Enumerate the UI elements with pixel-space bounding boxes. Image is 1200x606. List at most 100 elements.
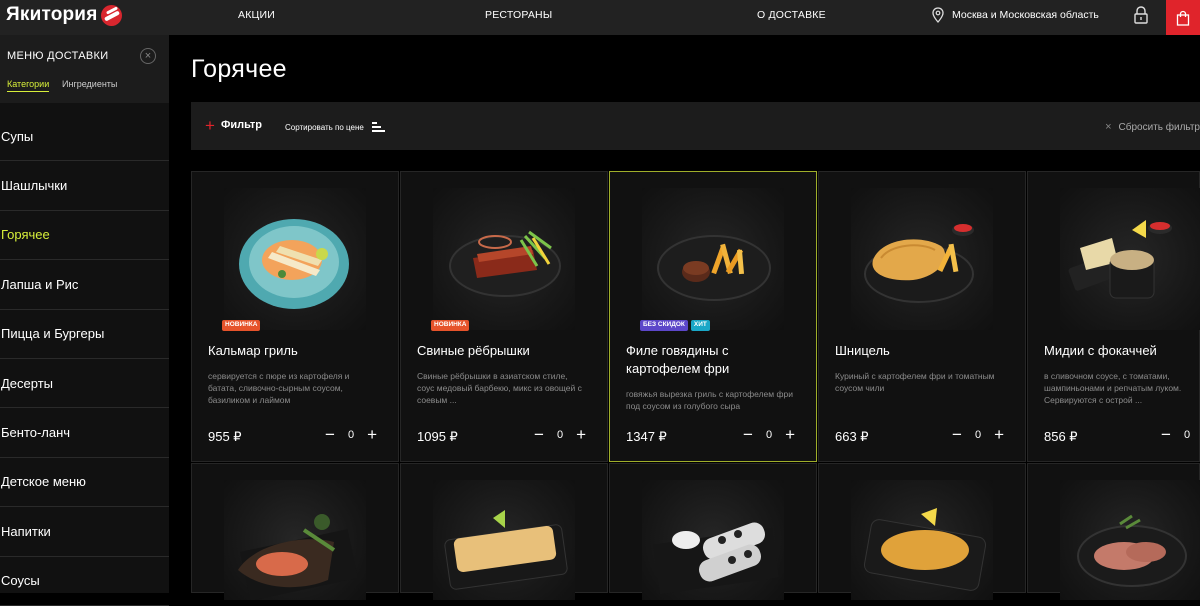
product-price: 955 ₽	[208, 429, 242, 444]
product-description: сервируется с пюре из картофеля и батата…	[208, 371, 350, 405]
top-header: Якитория АКЦИИ РЕСТОРАНЫ О ДОСТАВКЕ Моск…	[0, 0, 1200, 35]
dish-image	[851, 188, 993, 330]
product-name[interactable]: Свиные рёбрышки	[417, 342, 597, 360]
sidebar-item-noodles-rice[interactable]: Лапша и Рис	[0, 260, 169, 310]
tab-ingredients[interactable]: Ингредиенты	[62, 79, 117, 91]
sidebar-item-soups[interactable]: Супы	[0, 112, 169, 162]
quantity-stepper: − 0 +	[742, 426, 796, 444]
sidebar-item-hot-dishes[interactable]: Горячее	[0, 211, 169, 261]
quantity-stepper: − 0 +	[951, 426, 1005, 444]
nav-promotions[interactable]: АКЦИИ	[238, 9, 275, 21]
minus-button[interactable]: −	[742, 426, 754, 444]
dish-image	[224, 188, 366, 330]
plus-button[interactable]: +	[993, 426, 1005, 444]
sidebar-item-sauces[interactable]: Соусы	[0, 557, 169, 606]
product-price: 856 ₽	[1044, 429, 1078, 444]
dish-image	[642, 188, 784, 330]
badge-hit: ХИТ	[690, 320, 710, 331]
badges: НОВИНКА	[431, 320, 470, 331]
sidebar-item-kids-menu[interactable]: Детское меню	[0, 458, 169, 508]
filter-button[interactable]: + Фильтр	[205, 115, 262, 135]
dish-image	[642, 480, 784, 600]
sidebar-item-drinks[interactable]: Напитки	[0, 507, 169, 557]
dish-image	[224, 480, 366, 600]
plus-button[interactable]: +	[575, 426, 587, 444]
quantity-value: 0	[1184, 429, 1191, 441]
product-card[interactable]: НОВИНКА Кальмар гриль сервируется с пюре…	[191, 171, 399, 462]
sidebar-header: МЕНЮ ДОСТАВКИ × Категории Ингредиенты	[0, 35, 169, 103]
badge-no-discount: БЕЗ СКИДОК	[640, 320, 688, 331]
product-price: 663 ₽	[835, 429, 869, 444]
nav-restaurants[interactable]: РЕСТОРАНЫ	[485, 9, 552, 21]
sidebar-title: МЕНЮ ДОСТАВКИ	[7, 50, 109, 62]
page-title: Горячее	[191, 55, 287, 83]
quantity-value: 0	[975, 429, 982, 441]
sidebar-item-skewers[interactable]: Шашлычки	[0, 161, 169, 211]
minus-button[interactable]: −	[324, 426, 336, 444]
dish-image	[1060, 188, 1200, 330]
logo-text: Якитория	[6, 4, 98, 25]
product-card[interactable]	[1027, 463, 1200, 600]
plus-button[interactable]: +	[784, 426, 796, 444]
product-price: 1095 ₽	[417, 429, 458, 444]
category-list: Супы Шашлычки Горячее Лапша и Рис Пицца …	[0, 112, 169, 606]
location-pin-icon	[932, 7, 944, 23]
close-icon[interactable]: ×	[140, 48, 156, 64]
logo-icon	[101, 4, 123, 26]
sidebar-item-pizza-burgers[interactable]: Пицца и Бургеры	[0, 310, 169, 359]
product-card[interactable]	[191, 463, 399, 600]
sort-icon	[371, 122, 385, 132]
minus-button[interactable]: −	[951, 426, 963, 444]
product-card[interactable]: Мидии с фокаччей в сливочном соусе, с то…	[1027, 171, 1200, 462]
reset-label: Сбросить фильтр	[1118, 121, 1200, 133]
product-name[interactable]: Филе говядины с картофелем фри	[626, 342, 806, 378]
product-card[interactable]: Шницель Куриный с картофелем фри и томат…	[818, 171, 1026, 462]
sort-by-price-button[interactable]: Сортировать по цене	[285, 122, 385, 132]
login-lock-icon[interactable]	[1133, 5, 1149, 25]
category-sidebar: МЕНЮ ДОСТАВКИ × Категории Ингредиенты Су…	[0, 35, 169, 606]
product-description: говяжья вырезка гриль с картофелем фри п…	[626, 389, 793, 411]
product-description: Куриный с картофелем фри и томатным соус…	[835, 371, 995, 393]
minus-button[interactable]: −	[533, 426, 545, 444]
sidebar-item-desserts[interactable]: Десерты	[0, 359, 169, 409]
minus-button[interactable]: −	[1160, 426, 1172, 444]
quantity-stepper: − 0 +	[533, 426, 587, 444]
shopping-bag-icon	[1176, 10, 1190, 26]
dish-image	[851, 480, 993, 600]
reset-filter-button[interactable]: × Сбросить фильтр	[1105, 121, 1200, 133]
product-card[interactable]	[400, 463, 608, 600]
region-selector[interactable]: Москва и Московская область	[932, 7, 1099, 23]
product-card[interactable]: НОВИНКА Свиные рёбрышки Свиные рёбрышки …	[400, 171, 608, 462]
product-name[interactable]: Шницель	[835, 342, 1015, 360]
product-card[interactable]	[609, 463, 817, 600]
filter-label: Фильтр	[220, 119, 262, 131]
quantity-stepper: − 0 +	[324, 426, 378, 444]
logo[interactable]: Якитория	[6, 4, 123, 26]
badge-new: НОВИНКА	[431, 320, 470, 331]
quantity-value: 0	[348, 429, 355, 441]
cart-button[interactable]	[1166, 0, 1200, 35]
region-label: Москва и Московская область	[952, 9, 1099, 21]
tab-categories[interactable]: Категории	[7, 79, 50, 92]
quantity-value: 0	[557, 429, 564, 441]
product-name[interactable]: Кальмар гриль	[208, 342, 388, 360]
filter-bar: + Фильтр Сортировать по цене × Сбросить …	[191, 102, 1200, 150]
dish-image	[433, 480, 575, 600]
plus-button[interactable]: +	[366, 426, 378, 444]
sidebar-item-bento-lunch[interactable]: Бенто-ланч	[0, 408, 169, 458]
dish-image	[433, 188, 575, 330]
product-description: в сливочном соусе, с томатами, шампиньон…	[1044, 371, 1182, 405]
product-description: Свиные рёбрышки в азиатском стиле, соус …	[417, 371, 582, 405]
close-small-icon: ×	[1105, 121, 1112, 133]
dish-image	[1060, 480, 1200, 600]
product-card[interactable]	[818, 463, 1026, 600]
nav-delivery-info[interactable]: О ДОСТАВКЕ	[757, 9, 826, 21]
product-name[interactable]: Мидии с фокаччей	[1044, 342, 1200, 360]
quantity-value: 0	[766, 429, 773, 441]
badge-new: НОВИНКА	[222, 320, 261, 331]
product-card[interactable]: БЕЗ СКИДОК ХИТ Филе говядины с картофеле…	[609, 171, 817, 462]
badges: БЕЗ СКИДОК ХИТ	[640, 320, 710, 331]
sort-label: Сортировать по цене	[285, 122, 364, 132]
plus-icon: +	[205, 115, 215, 135]
badges: НОВИНКА	[222, 320, 261, 331]
